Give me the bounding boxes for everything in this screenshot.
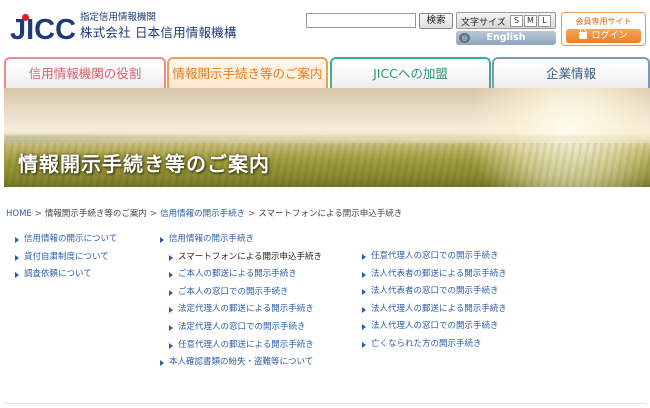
link-smartphone-application[interactable]: スマートフォンによる開示申込手続き [169, 249, 322, 267]
link-label: 任意代理人の郵送による開示手続き [178, 339, 314, 350]
english-button[interactable]: ◎ English [456, 31, 556, 45]
link-label: 本人確認書類の紛失・盗難等について [169, 357, 314, 368]
member-site-title: 会員専用サイト [575, 17, 632, 26]
link-label: 法人代表者の郵送による開示手続き [371, 268, 507, 279]
arrow-right-icon [160, 360, 164, 367]
global-nav: 信用情報機関の役割 情報開示手続き等のご案内 JICCへの加盟 企業情報 [0, 57, 650, 88]
breadcrumb-disclosure-procedure[interactable]: 信用情報の開示手続き [160, 209, 245, 219]
link-label: 調査依頼について [24, 269, 92, 280]
link-label: 法人代表者の窓口での開示手続き [371, 286, 499, 297]
link-label: 信用情報の開示手続き [169, 234, 255, 244]
arrow-right-icon [362, 271, 366, 278]
arrow-right-icon [169, 254, 173, 261]
link-corporate-rep-mail-procedure[interactable]: 法人代表者の郵送による開示手続き [362, 266, 507, 284]
nav-tab-corporate-info[interactable]: 企業情報 [492, 57, 650, 88]
arrow-right-icon [169, 289, 173, 296]
arrow-right-icon [362, 289, 366, 296]
link-corporate-rep-counter-procedure[interactable]: 法人代表者の窓口での開示手続き [362, 283, 507, 301]
font-size-medium-button[interactable]: M [524, 15, 537, 27]
link-legal-agent-mail-procedure[interactable]: 法定代理人の郵送による開示手続き [169, 301, 322, 319]
link-label: 法定代理人の窓口での開示手続き [178, 321, 306, 332]
jicc-logo-text: JICC [10, 14, 76, 45]
link-label: ご本人の窓口での開示手続き [178, 286, 289, 297]
breadcrumb-separator: > [149, 209, 158, 219]
lock-icon [579, 28, 588, 39]
footer-divider [4, 403, 646, 404]
font-size-switcher: 文字サイズ S M L [456, 12, 556, 29]
jicc-logo-mark: JICC [10, 13, 76, 45]
font-size-label: 文字サイズ [461, 18, 506, 28]
link-self-mail-procedure[interactable]: ご本人の郵送による開示手続き [169, 266, 322, 284]
globe-icon: ◎ [459, 33, 470, 43]
member-site-box: 会員専用サイト ログイン [561, 12, 646, 46]
page-title: 情報開示手続き等のご案内 [18, 152, 270, 176]
login-button[interactable]: ログイン [566, 28, 641, 43]
logo-red-dot [21, 13, 30, 22]
link-voluntary-agent-counter-procedure[interactable]: 任意代理人の窓口での開示手続き [362, 248, 507, 266]
link-investigation-request[interactable]: 調査依頼について [15, 266, 117, 284]
arrow-right-icon [362, 254, 366, 260]
link-label: 信用情報の開示について [24, 234, 118, 244]
hero-treeline [4, 135, 650, 143]
logo-company-name: 株式会社 日本信用情報機構 [80, 25, 237, 40]
breadcrumb: HOME > 情報開示手続き等のご案内 > 信用情報の開示手続き > スマートフォンによる開… [6, 207, 402, 219]
arrow-right-icon [160, 237, 164, 243]
breadcrumb-current: スマートフォンによる開示申込手続き [258, 209, 403, 219]
arrow-right-icon [169, 324, 173, 331]
logo-subtitle: 指定信用情報機関 [80, 12, 157, 23]
link-label: 貸付自粛制度について [24, 251, 109, 262]
link-label: 法定代理人の郵送による開示手続き [178, 304, 314, 315]
search-input[interactable] [306, 13, 416, 28]
breadcrumb-disclosure-guide[interactable]: 情報開示手続き等のご案内 [45, 209, 147, 219]
arrow-right-icon [169, 342, 173, 349]
link-label: スマートフォンによる開示申込手続き [178, 251, 322, 262]
nav-tab-join-jicc[interactable]: JICCへの加盟 [330, 57, 491, 88]
link-lending-restraint[interactable]: 貸付自粛制度について [15, 249, 117, 267]
arrow-right-icon [15, 272, 19, 279]
search-button[interactable]: 検索 [419, 13, 453, 29]
middle-link-list: 信用情報の開示手続き スマートフォンによる開示申込手続き ご本人の郵送による開示… [160, 231, 322, 372]
site-logo[interactable]: JICC 指定信用情報機関 株式会社 日本信用情報機構 [10, 9, 236, 47]
link-label: 任意代理人の窓口での開示手続き [371, 251, 499, 261]
nav-tab-disclosure-guide[interactable]: 情報開示手続き等のご案内 [167, 57, 328, 88]
login-label: ログイン [591, 31, 628, 41]
link-corporate-agent-mail-procedure[interactable]: 法人代理人の郵送による開示手続き [362, 301, 507, 319]
link-disclosure-procedure[interactable]: 信用情報の開示手続き [160, 231, 322, 249]
link-corporate-agent-counter-procedure[interactable]: 法人代理人の窓口での開示手続き [362, 318, 507, 336]
arrow-right-icon [15, 237, 19, 243]
link-disclosure-about[interactable]: 信用情報の開示について [15, 231, 117, 249]
link-legal-agent-counter-procedure[interactable]: 法定代理人の窓口での開示手続き [169, 319, 322, 337]
nav-tab-credit-agency-role[interactable]: 信用情報機関の役割 [4, 57, 166, 88]
link-voluntary-agent-mail-procedure[interactable]: 任意代理人の郵送による開示手続き [169, 337, 322, 355]
hero-banner: 情報開示手続き等のご案内 [4, 88, 650, 187]
left-link-list: 信用情報の開示について 貸付自粛制度について 調査依頼について [15, 231, 117, 284]
english-label: English [486, 32, 526, 43]
arrow-right-icon [362, 306, 366, 313]
font-size-large-button[interactable]: L [538, 15, 551, 27]
breadcrumb-home[interactable]: HOME [6, 209, 32, 219]
arrow-right-icon [169, 307, 173, 314]
link-label: 亡くなられた方の開示手続き [371, 338, 482, 349]
link-label: ご本人の郵送による開示手続き [178, 269, 297, 280]
font-size-small-button[interactable]: S [510, 15, 523, 27]
arrow-right-icon [15, 254, 19, 261]
arrow-right-icon [362, 324, 366, 331]
link-deceased-procedure[interactable]: 亡くなられた方の開示手続き [362, 336, 507, 354]
link-label: 法人代理人の窓口での開示手続き [371, 321, 499, 332]
breadcrumb-separator: > [34, 209, 42, 219]
arrow-right-icon [169, 272, 173, 279]
link-self-counter-procedure[interactable]: ご本人の窓口での開示手続き [169, 284, 322, 302]
arrow-right-icon [362, 341, 366, 348]
link-id-document-loss[interactable]: 本人確認書類の紛失・盗難等について [160, 354, 322, 372]
breadcrumb-separator: > [248, 209, 256, 219]
right-link-list: 任意代理人の窓口での開示手続き 法人代表者の郵送による開示手続き 法人代表者の窓… [362, 248, 507, 354]
link-label: 法人代理人の郵送による開示手続き [371, 303, 507, 314]
